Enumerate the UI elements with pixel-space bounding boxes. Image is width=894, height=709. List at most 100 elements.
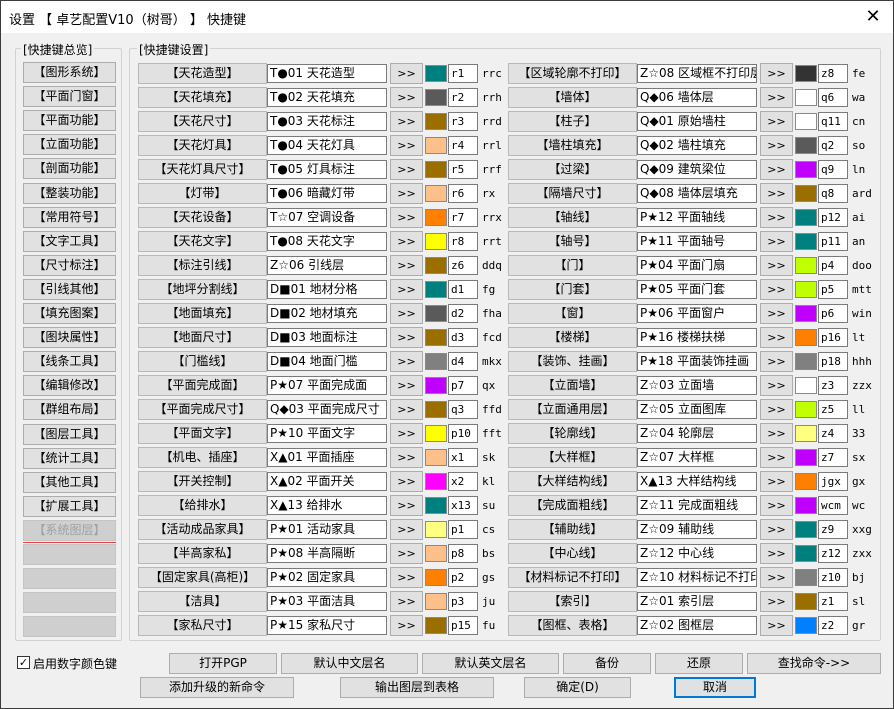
command-field[interactable]: Z☆06 引线层 <box>267 256 387 275</box>
select-command-button[interactable]: >> <box>390 279 423 300</box>
restore-button[interactable]: 还原 <box>655 653 743 674</box>
summary-item[interactable]: 【其他工具】 <box>23 472 116 493</box>
layer-color-swatch[interactable] <box>425 281 447 298</box>
layer-color-swatch[interactable] <box>795 161 817 178</box>
category-button[interactable]: 【轴号】 <box>508 231 637 252</box>
select-command-button[interactable]: >> <box>760 423 793 444</box>
category-button[interactable]: 【索引】 <box>508 591 637 612</box>
color-code-field[interactable]: p2 <box>448 568 478 587</box>
select-command-button[interactable]: >> <box>390 87 423 108</box>
select-command-button[interactable]: >> <box>760 495 793 516</box>
layer-color-swatch[interactable] <box>425 257 447 274</box>
layer-color-swatch[interactable] <box>425 89 447 106</box>
color-code-field[interactable]: r5 <box>448 160 478 179</box>
select-command-button[interactable]: >> <box>760 207 793 228</box>
layer-color-swatch[interactable] <box>795 89 817 106</box>
enable-color-key-checkbox[interactable]: ✓ <box>17 656 30 669</box>
layer-color-swatch[interactable] <box>425 497 447 514</box>
category-button[interactable]: 【墙柱填充】 <box>508 135 637 156</box>
category-button[interactable]: 【标注引线】 <box>138 255 267 276</box>
category-button[interactable]: 【辅助线】 <box>508 519 637 540</box>
color-code-field[interactable]: p8 <box>448 544 478 563</box>
color-code-field[interactable]: r1 <box>448 64 478 83</box>
layer-color-swatch[interactable] <box>425 305 447 322</box>
layer-color-swatch[interactable] <box>425 137 447 154</box>
color-code-field[interactable]: q3 <box>448 400 478 419</box>
command-field[interactable]: Z☆03 立面墙 <box>637 376 757 395</box>
command-field[interactable]: D■03 地面标注 <box>267 328 387 347</box>
command-field[interactable]: T●05 灯具标注 <box>267 160 387 179</box>
color-code-field[interactable]: r6 <box>448 184 478 203</box>
close-icon[interactable]: ✕ <box>861 7 885 29</box>
command-field[interactable]: P★02 固定家具 <box>267 568 387 587</box>
command-field[interactable]: Z☆10 材料标记不打印 <box>637 568 757 587</box>
color-code-field[interactable]: p1 <box>448 520 478 539</box>
color-code-field[interactable]: p18 <box>818 352 848 371</box>
command-field[interactable]: T●02 天花填充 <box>267 88 387 107</box>
command-field[interactable]: Q◆08 墙体层填充 <box>637 184 757 203</box>
command-field[interactable]: Z☆01 索引层 <box>637 592 757 611</box>
category-button[interactable]: 【门槛线】 <box>138 351 267 372</box>
category-button[interactable]: 【立面墙】 <box>508 375 637 396</box>
select-command-button[interactable]: >> <box>390 183 423 204</box>
layer-color-swatch[interactable] <box>425 209 447 226</box>
command-field[interactable]: Q◆01 原始墙柱 <box>637 112 757 131</box>
open-pgp-button[interactable]: 打开PGP <box>169 653 277 674</box>
category-button[interactable]: 【楼梯】 <box>508 327 637 348</box>
category-button[interactable]: 【隔墙尺寸】 <box>508 183 637 204</box>
layer-color-swatch[interactable] <box>425 425 447 442</box>
layer-color-swatch[interactable] <box>795 209 817 226</box>
color-code-field[interactable]: r7 <box>448 208 478 227</box>
layer-color-swatch[interactable] <box>425 161 447 178</box>
command-field[interactable]: X▲01 平面插座 <box>267 448 387 467</box>
command-field[interactable]: T●01 天花造型 <box>267 64 387 83</box>
color-code-field[interactable]: q2 <box>818 136 848 155</box>
command-field[interactable]: P★15 家私尺寸 <box>267 616 387 635</box>
layer-color-swatch[interactable] <box>795 329 817 346</box>
color-code-field[interactable]: p11 <box>818 232 848 251</box>
select-command-button[interactable]: >> <box>760 543 793 564</box>
select-command-button[interactable]: >> <box>390 567 423 588</box>
select-command-button[interactable]: >> <box>390 591 423 612</box>
layer-color-swatch[interactable] <box>795 401 817 418</box>
color-code-field[interactable]: r8 <box>448 232 478 251</box>
select-command-button[interactable]: >> <box>760 231 793 252</box>
layer-color-swatch[interactable] <box>425 113 447 130</box>
color-code-field[interactable]: z9 <box>818 520 848 539</box>
select-command-button[interactable]: >> <box>760 303 793 324</box>
command-field[interactable]: Q◆09 建筑梁位 <box>637 160 757 179</box>
category-button[interactable]: 【门】 <box>508 255 637 276</box>
category-button[interactable]: 【活动成品家具】 <box>138 519 267 540</box>
category-button[interactable]: 【过梁】 <box>508 159 637 180</box>
color-code-field[interactable]: d2 <box>448 304 478 323</box>
category-button[interactable]: 【天花文字】 <box>138 231 267 252</box>
summary-item[interactable]: 【尺寸标注】 <box>23 255 116 276</box>
color-code-field[interactable]: q9 <box>818 160 848 179</box>
select-command-button[interactable]: >> <box>760 111 793 132</box>
color-code-field[interactable]: r2 <box>448 88 478 107</box>
select-command-button[interactable]: >> <box>760 87 793 108</box>
color-code-field[interactable]: jgx <box>818 472 848 491</box>
summary-item[interactable]: 【平面功能】 <box>23 110 116 131</box>
color-code-field[interactable]: z4 <box>818 424 848 443</box>
category-button[interactable]: 【轮廓线】 <box>508 423 637 444</box>
select-command-button[interactable]: >> <box>390 207 423 228</box>
select-command-button[interactable]: >> <box>390 543 423 564</box>
category-button[interactable]: 【家私尺寸】 <box>138 615 267 636</box>
layer-color-swatch[interactable] <box>795 545 817 562</box>
color-code-field[interactable]: d3 <box>448 328 478 347</box>
color-code-field[interactable]: r3 <box>448 112 478 131</box>
color-code-field[interactable]: q11 <box>818 112 848 131</box>
category-button[interactable]: 【给排水】 <box>138 495 267 516</box>
default-en-layer-button[interactable]: 默认英文层名 <box>422 653 559 674</box>
summary-item[interactable]: 【整装功能】 <box>23 183 116 204</box>
layer-color-swatch[interactable] <box>425 377 447 394</box>
select-command-button[interactable]: >> <box>390 447 423 468</box>
command-field[interactable]: P★07 平面完成面 <box>267 376 387 395</box>
command-field[interactable]: X▲13 给排水 <box>267 496 387 515</box>
cancel-button[interactable]: 取消 <box>674 677 756 698</box>
select-command-button[interactable]: >> <box>390 255 423 276</box>
select-command-button[interactable]: >> <box>390 159 423 180</box>
category-button[interactable]: 【地面尺寸】 <box>138 327 267 348</box>
color-code-field[interactable]: x13 <box>448 496 478 515</box>
